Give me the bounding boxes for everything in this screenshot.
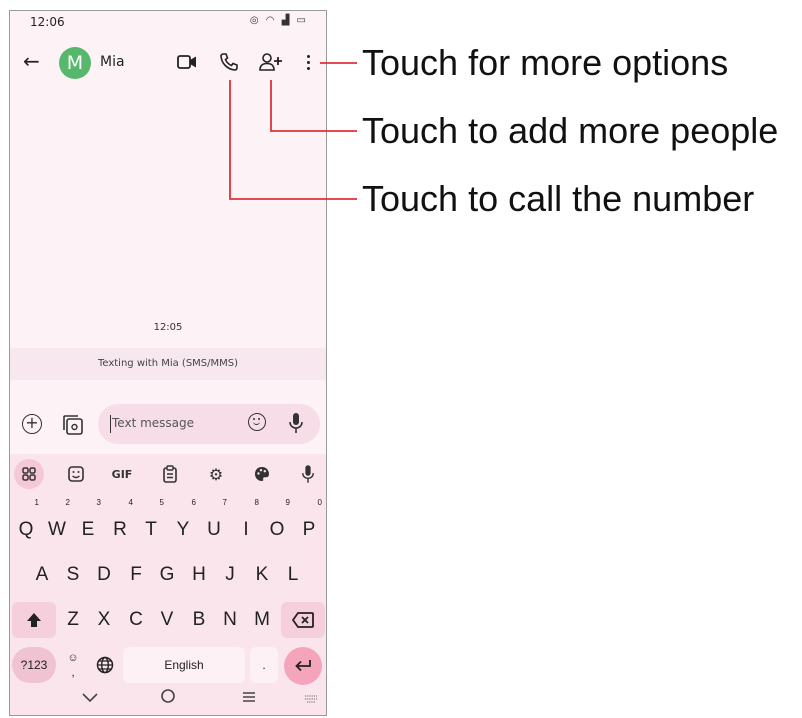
status-icons: ◎ ◠ ▟ ▭	[250, 15, 308, 26]
key-o[interactable]: O9	[263, 499, 291, 548]
key-p[interactable]: P0	[295, 499, 323, 548]
back-arrow-icon[interactable]: ←	[23, 49, 40, 73]
system-nav-bar	[10, 680, 326, 715]
key-i[interactable]: I8	[232, 499, 260, 548]
keyboard: GIF ⚙ Q1 W2 E3 R4 T5 Y6 U7 I8 O9 P0 A S …	[10, 454, 326, 715]
annotation-more-options: Touch for more options	[362, 42, 729, 83]
more-options-icon[interactable]	[299, 49, 319, 77]
apps-grid-icon[interactable]	[14, 459, 44, 489]
shift-icon	[27, 613, 41, 627]
status-bar: 12:06 ◎ ◠ ▟ ▭	[10, 11, 326, 33]
backspace-icon	[291, 612, 314, 628]
key-s[interactable]: S	[59, 557, 87, 593]
key-x[interactable]: X	[90, 602, 118, 638]
sms-banner: Texting with Mia (SMS/MMS)	[10, 348, 326, 380]
globe-icon	[96, 656, 114, 674]
key-u[interactable]: U7	[200, 499, 228, 548]
phone-screen: 12:06 ◎ ◠ ▟ ▭ ← M Mia 12:05 Texting with…	[9, 10, 327, 716]
key-a[interactable]: A	[28, 557, 56, 593]
key-z[interactable]: Z	[59, 602, 87, 638]
video-call-icon[interactable]	[172, 47, 202, 77]
add-people-icon[interactable]	[256, 47, 286, 77]
keyboard-switch-icon[interactable]	[304, 688, 318, 707]
key-w[interactable]: W2	[43, 499, 71, 548]
key-r[interactable]: R4	[106, 499, 134, 548]
battery-icon: ▭	[296, 15, 308, 26]
wifi-icon: ◠	[265, 15, 277, 26]
key-row-2: A S D F G H J K L	[10, 557, 326, 593]
key-y[interactable]: Y6	[169, 499, 197, 548]
key-row-1: Q1 W2 E3 R4 T5 Y6 U7 I8 O9 P0	[10, 499, 326, 548]
nav-home-icon[interactable]	[161, 688, 175, 707]
language-key[interactable]	[90, 647, 120, 683]
key-v[interactable]: V	[153, 602, 181, 638]
emoji-comma-key[interactable]: ☺ ,	[60, 647, 86, 683]
period-key[interactable]: .	[250, 647, 278, 683]
key-j[interactable]: J	[216, 557, 244, 593]
enter-icon	[295, 660, 311, 672]
theme-palette-icon[interactable]	[248, 460, 276, 488]
key-l[interactable]: L	[279, 557, 307, 593]
microphone-icon[interactable]	[288, 412, 304, 434]
key-row-3: Z X C V B N M	[10, 602, 326, 638]
contact-name[interactable]: Mia	[100, 54, 125, 70]
backspace-key[interactable]	[281, 602, 325, 638]
annotation-call: Touch to call the number	[362, 178, 755, 219]
message-input[interactable]: Text message	[98, 404, 320, 444]
phone-call-icon[interactable]	[214, 47, 244, 77]
key-n[interactable]: N	[216, 602, 244, 638]
status-time: 12:06	[30, 15, 65, 29]
compose-bar: + Text message	[10, 404, 326, 450]
key-g[interactable]: G	[153, 557, 181, 593]
shift-key[interactable]	[12, 602, 56, 638]
message-placeholder: Text message	[112, 416, 195, 430]
gallery-icon[interactable]	[62, 414, 84, 436]
space-key[interactable]: English	[123, 647, 245, 683]
symbols-key[interactable]: ?123	[12, 647, 56, 683]
nav-back-chevron-icon[interactable]	[82, 688, 98, 707]
sticker-icon[interactable]	[62, 460, 90, 488]
key-e[interactable]: E3	[74, 499, 102, 548]
key-c[interactable]: C	[122, 602, 150, 638]
annotation-add-people: Touch to add more people	[362, 110, 779, 151]
clipboard-icon[interactable]	[156, 460, 184, 488]
mute-icon: ◎	[249, 15, 261, 26]
key-k[interactable]: K	[248, 557, 276, 593]
settings-gear-icon[interactable]: ⚙	[202, 460, 230, 488]
gif-button[interactable]: GIF	[108, 460, 136, 488]
emoji-icon[interactable]	[248, 413, 266, 431]
message-timestamp: 12:05	[153, 322, 183, 333]
key-f[interactable]: F	[122, 557, 150, 593]
voice-input-icon[interactable]	[294, 460, 322, 488]
key-t[interactable]: T5	[137, 499, 165, 548]
app-bar: ← M Mia	[10, 41, 326, 85]
key-h[interactable]: H	[185, 557, 213, 593]
key-row-4: ?123 ☺ , English .	[10, 647, 326, 685]
key-m[interactable]: M	[248, 602, 276, 638]
emoji-small-icon: ☺	[67, 652, 79, 664]
avatar[interactable]: M	[59, 47, 91, 79]
add-attachment-icon[interactable]: +	[22, 414, 42, 434]
signal-icon: ▟	[281, 15, 292, 26]
key-q[interactable]: Q1	[12, 499, 40, 548]
keyboard-toolbar: GIF ⚙	[10, 454, 326, 494]
text-cursor	[110, 415, 111, 433]
key-b[interactable]: B	[185, 602, 213, 638]
key-d[interactable]: D	[90, 557, 118, 593]
nav-recents-icon[interactable]	[242, 688, 256, 707]
